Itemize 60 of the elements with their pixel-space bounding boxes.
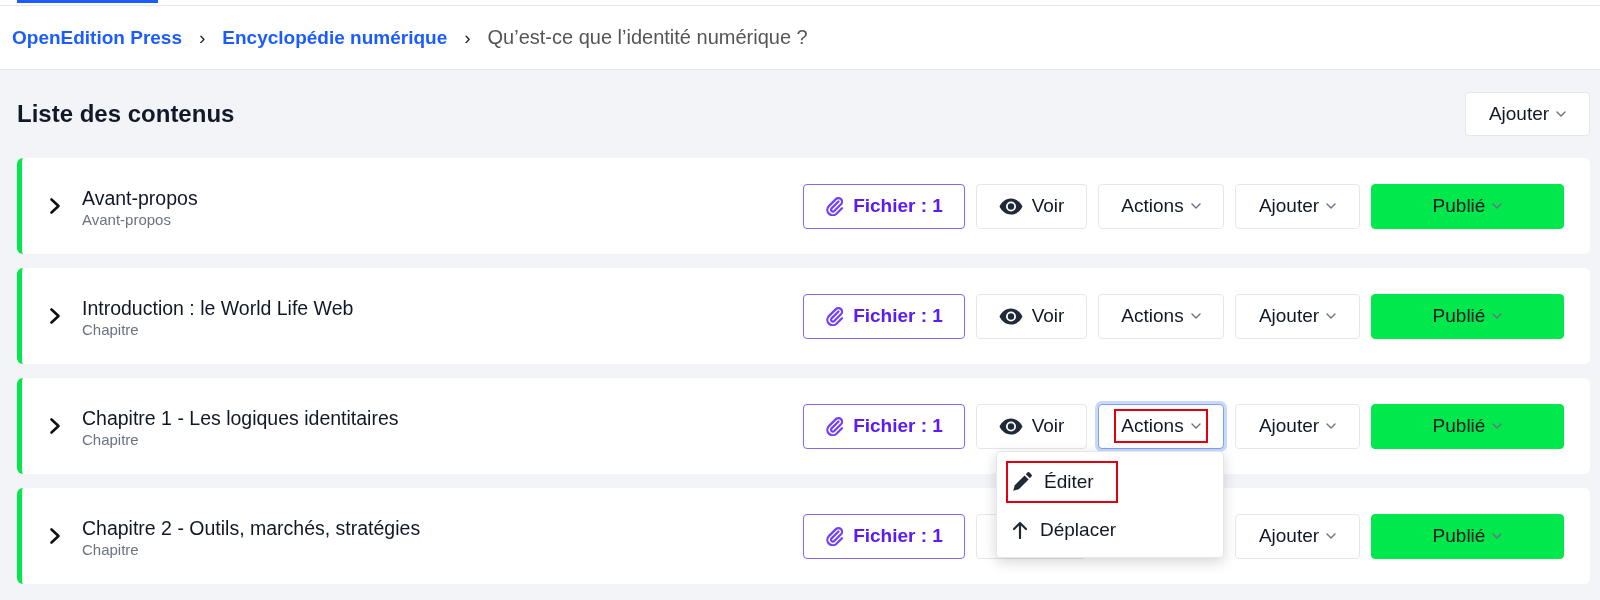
file-button[interactable]: Fichier : 1 [803,183,965,229]
actions-button[interactable]: Actions [1098,183,1224,229]
paperclip-icon [825,526,845,546]
view-button[interactable]: Voir [976,183,1087,229]
row-subtitle: Chapitre [82,320,139,340]
chevron-icon[interactable] [49,417,61,435]
arrow-up-icon [1012,520,1028,539]
caret-icon [1492,203,1503,209]
eye-icon [998,307,1023,325]
file-button[interactable]: Fichier : 1 [803,293,965,339]
caret-icon [1190,203,1201,209]
row-title: Avant-propos [82,186,198,210]
caret-icon [1326,203,1337,209]
add-button[interactable]: Ajouter [1235,183,1360,229]
page-title: Liste des contenus [17,100,235,128]
view-button[interactable]: Voir [976,403,1087,449]
menu-item[interactable]: Éditer [997,457,1223,506]
view-button[interactable]: Voir [976,293,1087,339]
caret-icon [1492,313,1503,319]
chevron-icon[interactable] [49,197,61,215]
caret-icon [1190,313,1201,319]
row-title: Introduction : le World Life Web [82,296,354,320]
actions-button[interactable]: Actions [1098,293,1224,339]
caret-icon [1190,423,1201,429]
status-button[interactable]: Publié [1371,403,1564,449]
add-button[interactable]: Ajouter [1235,403,1360,449]
file-button[interactable]: Fichier : 1 [803,403,965,449]
breadcrumb-separator: › [199,26,206,49]
status-button[interactable]: Publié [1371,513,1564,559]
pencil-icon [1012,471,1032,492]
status-button[interactable]: Publié [1371,293,1564,339]
menu-item[interactable]: Déplacer [997,505,1223,554]
caret-icon [1326,313,1337,319]
breadcrumb-current: Qu’est-ce que l’identité numérique ? [487,26,808,49]
breadcrumb-link[interactable]: Encyclopédie numérique [222,26,448,49]
breadcrumb-link[interactable]: OpenEdition Press [12,26,182,49]
add-button[interactable]: Ajouter [1465,92,1590,136]
chevron-icon[interactable] [49,527,61,545]
row-title: Chapitre 2 - Outils, marchés, stratégies [82,516,421,540]
breadcrumb-separator: › [464,26,471,49]
row-subtitle: Avant-propos [82,210,171,230]
row-subtitle: Chapitre [82,430,139,450]
caret-icon [1492,533,1503,539]
add-button[interactable]: Ajouter [1235,293,1360,339]
add-button[interactable]: Ajouter [1235,513,1360,559]
row-subtitle: Chapitre [82,540,139,560]
file-button[interactable]: Fichier : 1 [803,513,965,559]
eye-icon [998,197,1023,215]
paperclip-icon [825,306,845,326]
row-title: Chapitre 1 - Les logiques identitaires [82,406,399,430]
chevron-icon[interactable] [49,307,61,325]
caret-icon [1326,423,1337,429]
eye-icon [998,417,1023,435]
actions-button[interactable]: Actions [1098,403,1224,449]
paperclip-icon [825,196,845,216]
caret-icon [1326,533,1337,539]
paperclip-icon [825,416,845,436]
caret-icon [1492,423,1503,429]
status-button[interactable]: Publié [1371,183,1564,229]
caret-icon [1556,111,1567,117]
